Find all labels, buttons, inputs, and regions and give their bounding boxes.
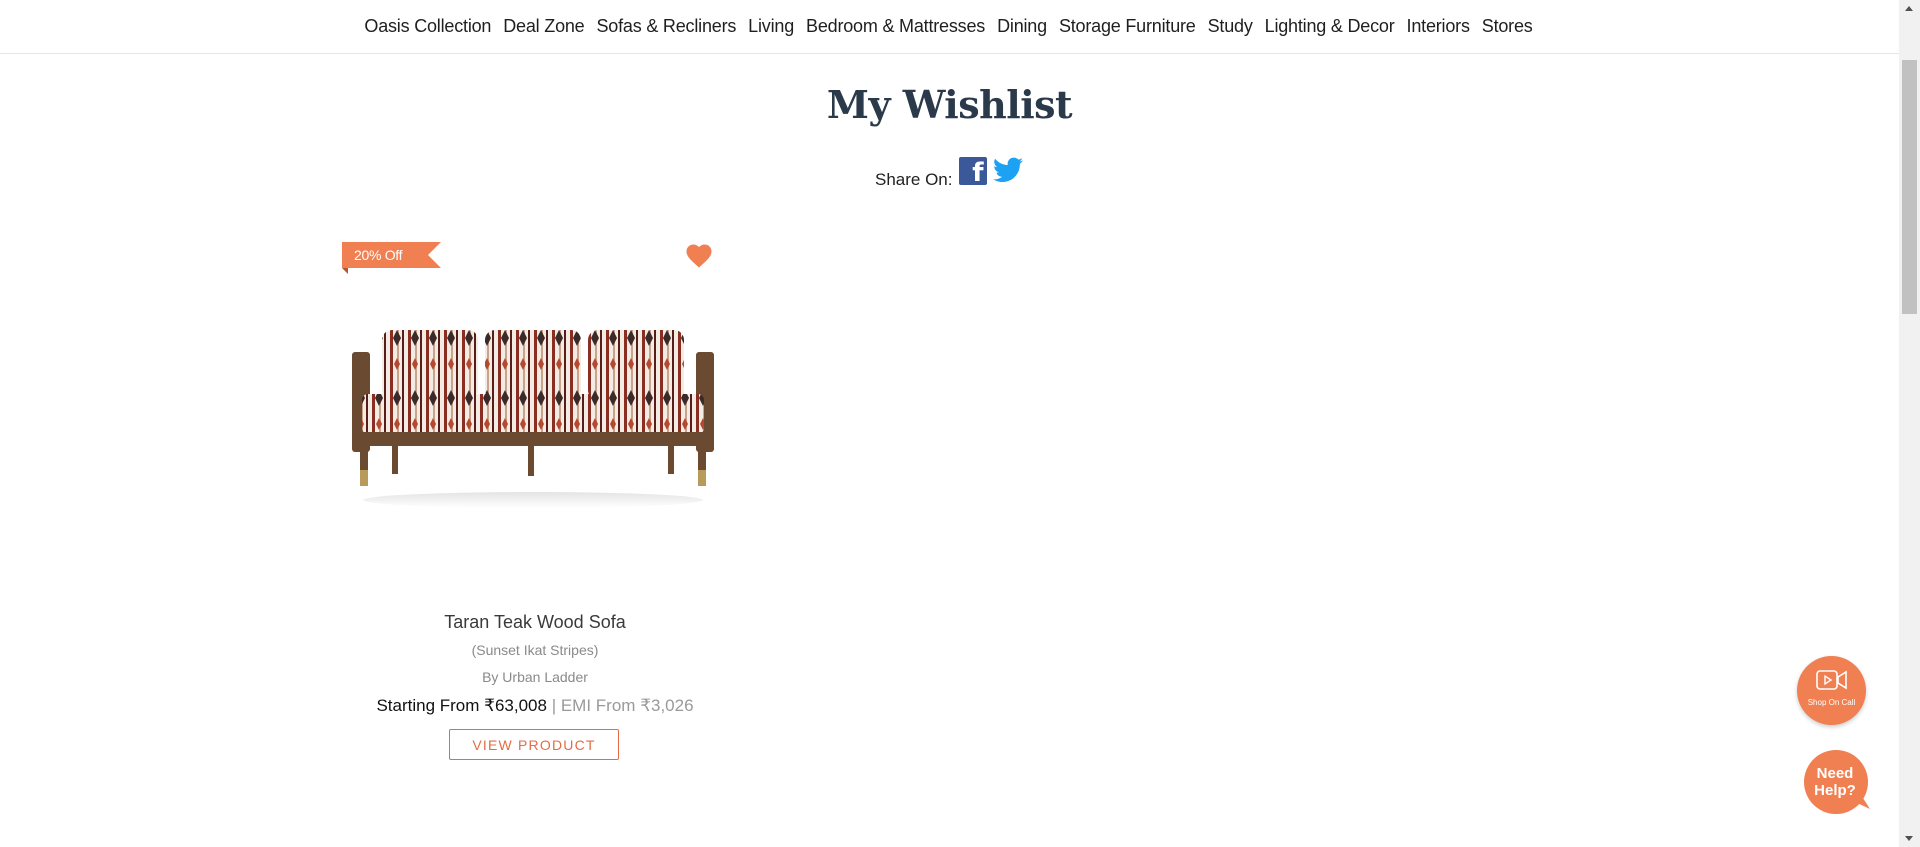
vertical-scrollbar[interactable] bbox=[1899, 0, 1920, 847]
view-product-button[interactable]: VIEW PRODUCT bbox=[449, 729, 619, 760]
share-bar: Share On: f bbox=[875, 152, 1023, 190]
nav-item-study[interactable]: Study bbox=[1208, 16, 1253, 37]
emi-label: EMI From bbox=[560, 696, 641, 715]
nav-item-bedroom-mattresses[interactable]: Bedroom & Mattresses bbox=[806, 16, 985, 37]
wishlist-product-card: 20% Off Taran Teak Wood Sofa (Sunset Ika… bbox=[338, 236, 732, 766]
shop-on-call-label: Shop On Call bbox=[1807, 698, 1856, 707]
heart-icon[interactable] bbox=[686, 244, 712, 268]
need-help-button[interactable]: Need Help? bbox=[1803, 749, 1871, 815]
nav-item-oasis-collection[interactable]: Oasis Collection bbox=[364, 16, 491, 37]
nav-item-stores[interactable]: Stores bbox=[1482, 16, 1533, 37]
top-navigation: Oasis Collection Deal Zone Sofas & Recli… bbox=[0, 0, 1899, 54]
discount-badge: 20% Off bbox=[342, 242, 441, 274]
price-line: Starting From ₹63,008 | EMI From ₹3,026 bbox=[338, 696, 732, 716]
product-name[interactable]: Taran Teak Wood Sofa bbox=[338, 612, 732, 633]
price-separator: | bbox=[546, 696, 561, 715]
nav-item-interiors[interactable]: Interiors bbox=[1407, 16, 1470, 37]
scroll-up-arrow-icon[interactable] bbox=[1899, 0, 1920, 17]
share-label: Share On: bbox=[875, 170, 953, 189]
scrollbar-thumb[interactable] bbox=[1902, 60, 1917, 314]
product-variant: (Sunset Ikat Stripes) bbox=[471, 642, 599, 658]
twitter-icon[interactable] bbox=[992, 157, 1023, 183]
product-brand: By Urban Ladder bbox=[482, 669, 588, 685]
emi-price: ₹3,026 bbox=[640, 696, 694, 715]
product-image[interactable] bbox=[352, 322, 714, 512]
nav-item-sofas-recliners[interactable]: Sofas & Recliners bbox=[597, 16, 737, 37]
nav-list: Oasis Collection Deal Zone Sofas & Recli… bbox=[364, 16, 1532, 37]
page-title: My Wishlist bbox=[826, 82, 1073, 127]
discount-badge-text: 20% Off bbox=[354, 247, 403, 263]
product-price: ₹63,008 bbox=[484, 696, 547, 715]
need-help-label: Need Help? bbox=[1814, 765, 1856, 799]
nav-item-storage-furniture[interactable]: Storage Furniture bbox=[1059, 16, 1196, 37]
nav-item-deal-zone[interactable]: Deal Zone bbox=[503, 16, 584, 37]
shop-on-call-button[interactable]: Shop On Call bbox=[1797, 656, 1866, 725]
scroll-down-arrow-icon[interactable] bbox=[1899, 830, 1920, 847]
facebook-glyph: f bbox=[972, 158, 984, 188]
video-camera-icon bbox=[1816, 670, 1847, 690]
nav-item-lighting-decor[interactable]: Lighting & Decor bbox=[1265, 16, 1395, 37]
nav-item-dining[interactable]: Dining bbox=[997, 16, 1047, 37]
facebook-icon[interactable]: f bbox=[958, 157, 987, 188]
nav-item-living[interactable]: Living bbox=[748, 16, 794, 37]
price-prefix: Starting From bbox=[376, 696, 485, 715]
